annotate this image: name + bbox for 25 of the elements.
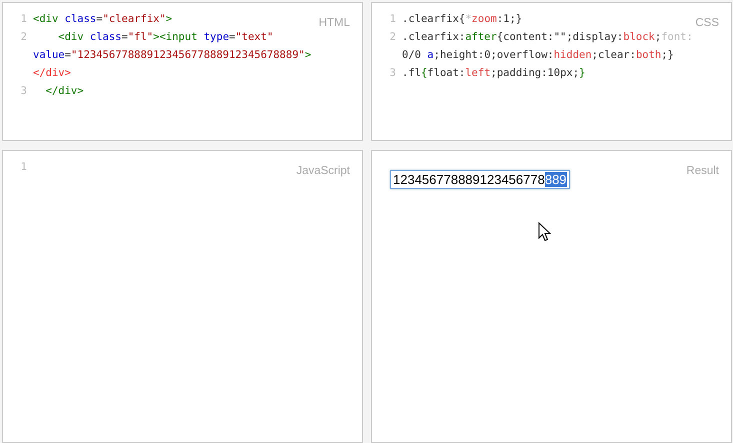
line-number: 3 [20,84,28,99]
code-line: value="12345677888912345677888912345678889"> [33,48,312,63]
pane-label: JavaScript [296,165,350,177]
pane-label: Result [686,165,719,177]
html-editor[interactable]: 1 <div class="clearfix"> 2 <div class="fl"><input type="text" value="12345677888912345677888912345678889"> </div> 3 </div> HTML [2,2,363,141]
code-line: </div> [33,66,71,81]
code-line: </div> [44,84,84,99]
text-input[interactable]: 123456778889123456778889 [390,170,570,189]
code-line: .clearfix:after{content:"";display:block;font: [402,30,693,45]
code-line: .clearfix{*zoom:1;} [402,12,522,27]
pane-label: CSS [695,17,719,29]
code-line: 0/0 a;height:0;overflow:hidden;clear:both;} [402,48,674,63]
line-number: 3 [388,66,397,81]
line-number: 1 [388,12,397,27]
line-number: 2 [20,30,28,45]
code-line: .fl{float:left;padding:10px;} [402,66,586,81]
code-line: <div class="fl"><input type="text" [57,30,274,45]
result-pane[interactable]: Result 123456778889123456778889 [371,150,732,443]
pointer-icon [538,222,551,242]
line-number: 1 [20,12,28,27]
pane-label: HTML [318,17,350,29]
code-line: <div class="clearfix"> [33,12,172,27]
line-number: 1 [20,160,28,175]
line-number: 2 [388,30,397,45]
css-editor[interactable]: 1 .clearfix{*zoom:1;} 2 .clearfix:after{content:"";display:block;font: 0/0 a;height:0;overflow:hidden;clear:both;} 3 .fl{float:left;padding:10px;} CSS [371,2,732,141]
